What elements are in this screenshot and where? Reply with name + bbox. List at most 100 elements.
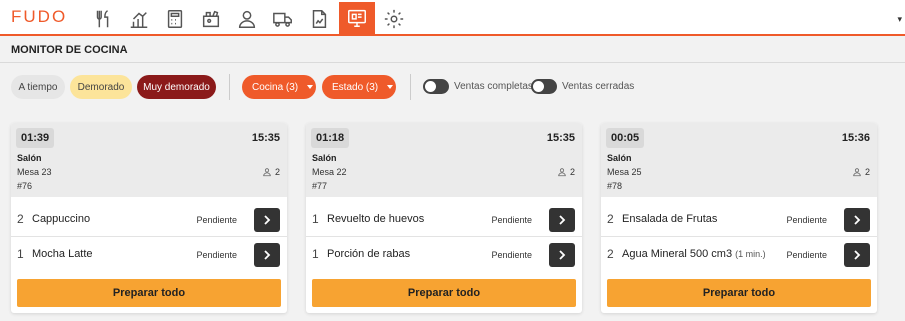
item-quantity: 1: [312, 247, 319, 261]
user-icon[interactable]: [232, 4, 262, 34]
person-icon: [558, 168, 566, 177]
chevron-right-icon: [854, 215, 861, 225]
order-card: 01:39 15:35 Salón Mesa 23 #76 2 2 Cappuc…: [11, 123, 287, 313]
chevron-down-icon[interactable]: ▾: [897, 14, 902, 25]
order-item: 2 Cappuccino Pendiente: [11, 203, 287, 237]
person-icon: [263, 168, 271, 177]
ventas-cerradas-toggle[interactable]: [531, 79, 557, 94]
item-status: Pendiente: [196, 215, 237, 225]
divider: [229, 74, 230, 100]
item-status: Pendiente: [491, 250, 532, 260]
item-quantity: 2: [607, 247, 614, 261]
ventas-completas-label: Ventas completas: [454, 81, 533, 92]
ventas-completas-toggle[interactable]: [423, 79, 449, 94]
item-status: Pendiente: [786, 250, 827, 260]
order-item: 2 Agua Mineral 500 cm3 (1 min.) Pendient…: [601, 238, 877, 272]
advance-item-button[interactable]: [844, 243, 870, 267]
advance-item-button[interactable]: [844, 208, 870, 232]
products-icon[interactable]: [196, 4, 226, 34]
guest-count: 2: [262, 167, 280, 177]
order-card-header: 01:18 15:35 Salón Mesa 22 #77 2: [306, 123, 582, 197]
order-card-header: 01:39 15:35 Salón Mesa 23 #76 2: [11, 123, 287, 197]
item-name: Cappuccino: [32, 213, 91, 225]
chevron-right-icon: [559, 250, 566, 260]
order-time: 15:36: [841, 132, 870, 144]
order-time: 15:35: [546, 132, 575, 144]
advance-item-button[interactable]: [254, 208, 280, 232]
guest-count-value: 2: [864, 167, 870, 177]
elapsed-time: 01:18: [311, 128, 350, 148]
order-card-header: 00:05 15:36 Salón Mesa 25 #78 2: [601, 123, 877, 197]
prepare-all-button[interactable]: Preparar todo: [607, 279, 871, 307]
elapsed-time: 01:39: [16, 128, 55, 148]
order-table: Mesa 25: [607, 167, 642, 177]
item-status: Pendiente: [196, 250, 237, 260]
guest-count: 2: [557, 167, 575, 177]
calculator-icon[interactable]: [160, 4, 190, 34]
top-navigation-bar: FUDO ▾: [0, 0, 905, 36]
guest-count-value: 2: [569, 167, 575, 177]
caret-down-icon: [387, 85, 394, 89]
report-icon[interactable]: [304, 4, 334, 34]
order-item: 2 Ensalada de Frutas Pendiente: [601, 203, 877, 237]
item-name-text: Agua Mineral 500 cm3: [622, 248, 733, 260]
order-number: #78: [607, 181, 623, 191]
order-area: Salón: [312, 153, 337, 163]
order-table: Mesa 23: [17, 167, 52, 177]
order-card: 00:05 15:36 Salón Mesa 25 #78 2 2 Ensala…: [601, 123, 877, 313]
item-status: Pendiente: [491, 215, 532, 225]
gear-icon[interactable]: [379, 4, 409, 34]
advance-item-button[interactable]: [549, 208, 575, 232]
item-name: Ensalada de Frutas: [622, 213, 718, 225]
ventas-cerradas-label: Ventas cerradas: [562, 81, 635, 92]
order-item: 1 Revuelto de huevos Pendiente: [306, 203, 582, 237]
item-name: Revuelto de huevos: [327, 213, 425, 225]
item-quantity: 2: [607, 212, 614, 226]
divider: [0, 62, 905, 63]
item-quantity: 1: [17, 247, 24, 261]
kitchen-monitor-icon[interactable]: [339, 2, 375, 34]
chevron-right-icon: [559, 215, 566, 225]
advance-item-button[interactable]: [254, 243, 280, 267]
order-item: 1 Mocha Latte Pendiente: [11, 238, 287, 272]
item-note: (1 min.): [735, 249, 766, 259]
caret-down-icon: [307, 85, 314, 89]
utensils-icon[interactable]: [88, 4, 118, 34]
order-area: Salón: [607, 153, 632, 163]
guest-count: 2: [852, 167, 870, 177]
item-name: Porción de rabas: [327, 248, 411, 260]
item-quantity: 1: [312, 212, 319, 226]
order-item: 1 Porción de rabas Pendiente: [306, 238, 582, 272]
item-name: Agua Mineral 500 cm3 (1 min.): [622, 248, 766, 260]
item-status: Pendiente: [786, 215, 827, 225]
toggle-knob: [425, 81, 436, 92]
cocina-dropdown-label: Cocina (3): [252, 81, 299, 93]
advance-item-button[interactable]: [549, 243, 575, 267]
bar-chart-icon[interactable]: [124, 4, 154, 34]
filter-demorado[interactable]: Demorado: [70, 75, 132, 99]
prepare-all-button[interactable]: Preparar todo: [312, 279, 576, 307]
order-number: #77: [312, 181, 328, 191]
filter-a-tiempo[interactable]: A tiempo: [11, 75, 65, 99]
order-time: 15:35: [251, 132, 280, 144]
estado-dropdown-label: Estado (3): [332, 81, 379, 93]
item-name: Mocha Latte: [32, 248, 93, 260]
item-quantity: 2: [17, 212, 24, 226]
prepare-all-button[interactable]: Preparar todo: [17, 279, 281, 307]
filter-muy-demorado[interactable]: Muy demorado: [137, 75, 216, 99]
fudo-logo[interactable]: FUDO: [11, 7, 67, 27]
page-title: MONITOR DE COCINA: [11, 44, 128, 56]
order-area: Salón: [17, 153, 42, 163]
chevron-right-icon: [854, 250, 861, 260]
cocina-dropdown[interactable]: Cocina (3): [242, 75, 316, 99]
order-card: 01:18 15:35 Salón Mesa 22 #77 2 1 Revuel…: [306, 123, 582, 313]
order-number: #76: [17, 181, 33, 191]
estado-dropdown[interactable]: Estado (3): [322, 75, 396, 99]
guest-count-value: 2: [274, 167, 280, 177]
elapsed-time: 00:05: [606, 128, 645, 148]
chevron-right-icon: [264, 250, 271, 260]
toggle-knob: [533, 81, 544, 92]
chevron-right-icon: [264, 215, 271, 225]
delivery-truck-icon[interactable]: [268, 4, 298, 34]
divider: [410, 74, 411, 100]
